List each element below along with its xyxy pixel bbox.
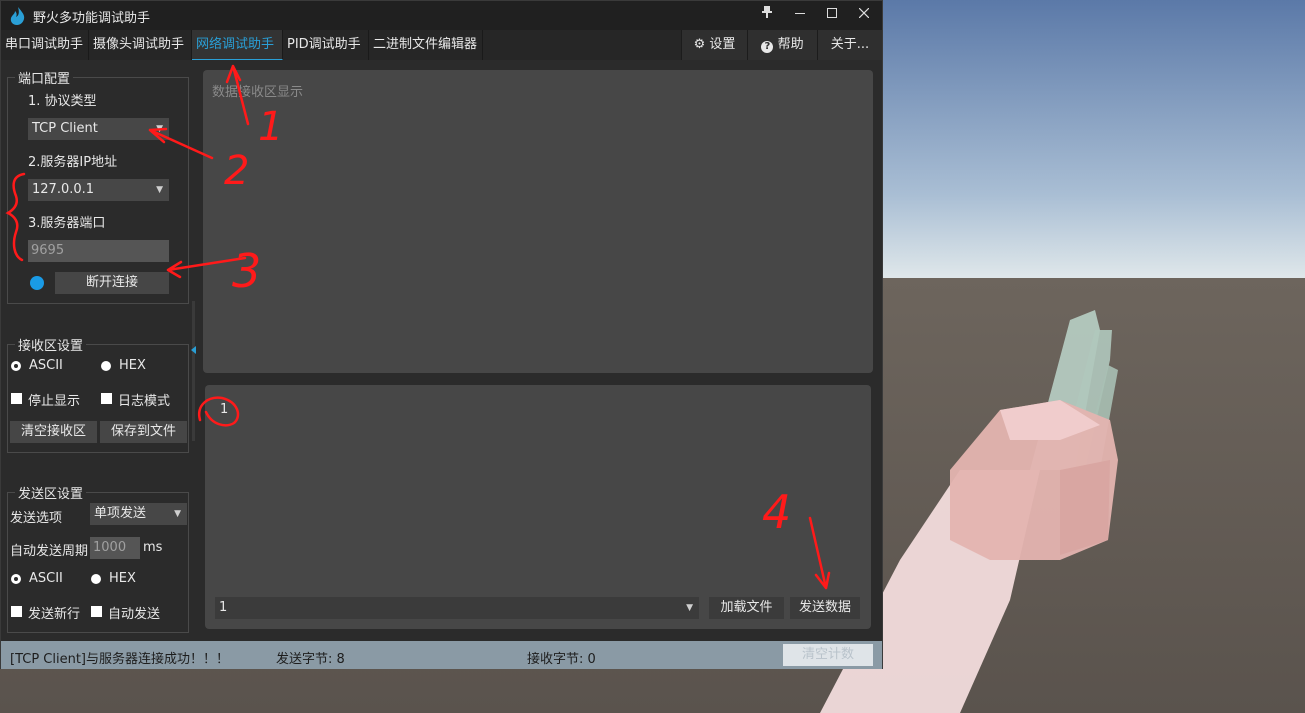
annotation-number-1: 1 <box>258 104 283 150</box>
annotation-layer: 1 2 3 4 <box>5 64 831 590</box>
annotation-arrow-1 <box>225 64 250 126</box>
annotation-number-3: 3 <box>232 244 261 298</box>
annotation-brace <box>5 172 26 262</box>
annotation-number-4: 4 <box>762 485 791 539</box>
annotation-number-2: 2 <box>224 148 249 194</box>
annotation-circle <box>197 396 240 427</box>
annotation-arrow-2 <box>148 127 214 160</box>
annotation-arrow-4 <box>808 516 831 590</box>
